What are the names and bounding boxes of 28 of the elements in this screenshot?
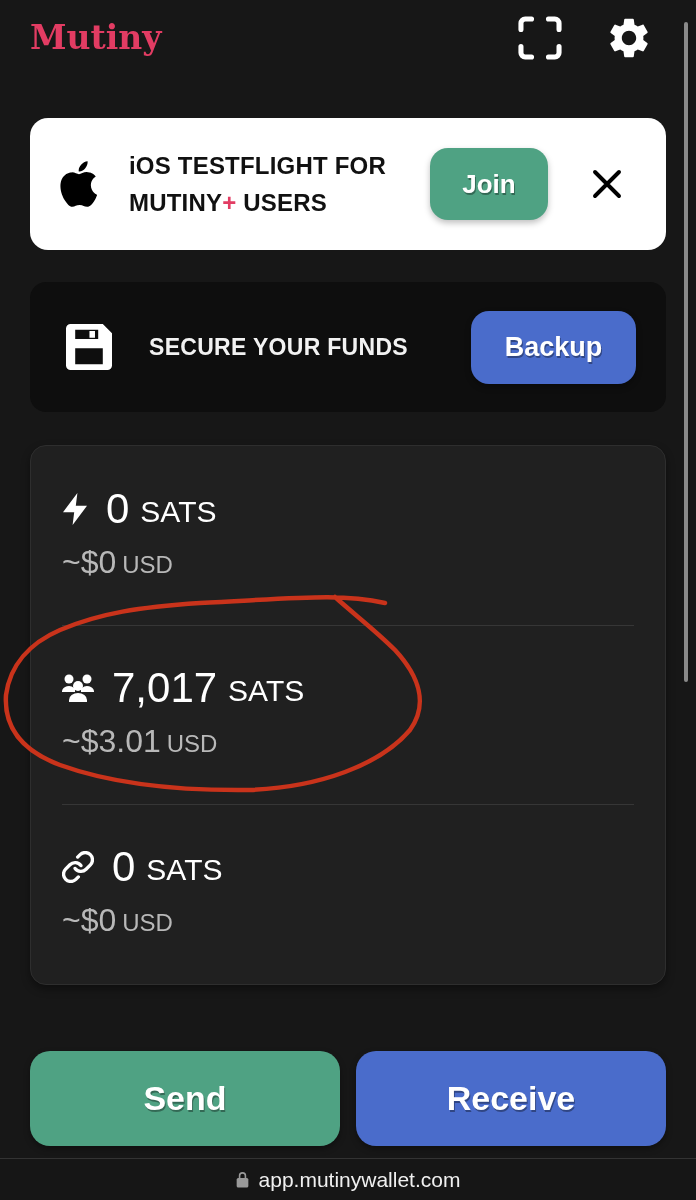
fiat-amount: ~$3.01	[62, 723, 161, 760]
fiat-unit: USD	[122, 909, 173, 937]
sats-unit: SATS	[228, 676, 305, 706]
sats-unit: SATS	[140, 497, 217, 527]
banner-message: iOS TESTFLIGHT FOR MUTINY+ USERS	[129, 151, 387, 218]
join-button[interactable]: Join	[430, 148, 548, 220]
settings-icon[interactable]	[610, 17, 648, 58]
scan-icon[interactable]	[518, 15, 562, 60]
apple-icon	[60, 161, 98, 207]
people-group-icon	[62, 674, 94, 702]
fiat-amount: ~$0	[62, 544, 117, 581]
backup-button[interactable]: Backup	[471, 310, 636, 384]
sats-amount: 7,017	[112, 667, 218, 709]
chain-link-icon	[62, 851, 94, 883]
receive-button[interactable]: Receive	[356, 1051, 666, 1146]
app-logo: Mutiny	[30, 21, 162, 54]
close-icon[interactable]	[592, 169, 622, 199]
sats-amount: 0	[106, 488, 130, 530]
lock-icon	[235, 1171, 249, 1188]
sats-unit: SATS	[146, 855, 223, 885]
sats-amount: 0	[112, 846, 136, 888]
url-text: app.mutinywallet.com	[258, 1167, 461, 1192]
lightning-bolt-icon	[62, 493, 88, 525]
fiat-unit: USD	[122, 551, 173, 579]
send-button[interactable]: Send	[30, 1051, 340, 1146]
fiat-unit: USD	[166, 730, 218, 758]
backup-message: SECURE YOUR FUNDS	[149, 333, 408, 361]
fiat-amount: ~$0	[62, 902, 117, 939]
